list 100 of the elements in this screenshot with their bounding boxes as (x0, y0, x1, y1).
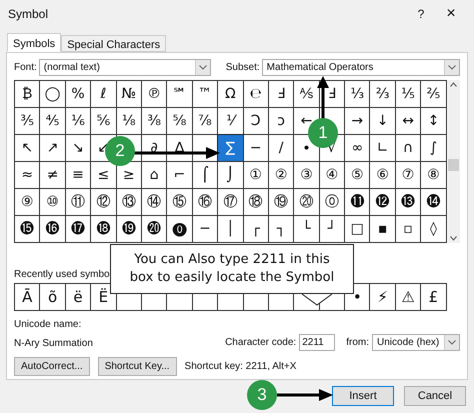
dialog-button[interactable]: Shortcut Key... (98, 357, 177, 376)
symbol-cell[interactable]: % (66, 81, 92, 108)
symbol-cell[interactable]: ⑨ (15, 189, 40, 216)
recent-symbol[interactable]: Ā (15, 284, 40, 311)
symbol-cell[interactable]: ⅜ (142, 108, 168, 135)
recent-symbol[interactable]: õ (40, 284, 66, 311)
symbol-cell[interactable]: ③ (294, 162, 320, 189)
tab[interactable]: Symbols (7, 33, 62, 52)
symbol-cell[interactable]: ⑪ (66, 189, 92, 216)
symbol-cell[interactable]: ⓳ (116, 216, 142, 243)
dialog-button[interactable]: AutoCorrect... (14, 357, 90, 376)
symbol-cell[interactable]: ⅘ (40, 108, 66, 135)
symbol-cell[interactable]: ⅝ (167, 108, 193, 135)
symbol-cell[interactable]: ⅍ (294, 81, 320, 108)
symbol-cell[interactable]: ⑧ (421, 162, 447, 189)
symbol-cell[interactable]: ⑮ (167, 189, 193, 216)
symbol-cell[interactable]: ↄ (268, 108, 294, 135)
symbol-cell[interactable]: Ω (218, 81, 244, 108)
symbol-cell[interactable]: ◊ (421, 216, 447, 243)
dropdown[interactable]: Mathematical Operators (262, 59, 460, 76)
symbol-cell[interactable]: ⅟ (218, 108, 244, 135)
symbol-cell[interactable]: ℮ (244, 81, 269, 108)
symbol-cell[interactable]: ▪ (370, 216, 396, 243)
symbol-cell[interactable]: ┌ (244, 216, 269, 243)
symbol-cell[interactable]: ↖ (15, 135, 40, 162)
symbol-cell[interactable]: ↓ (370, 108, 396, 135)
symbol-cell[interactable]: ① (244, 162, 269, 189)
recent-symbol[interactable]: ë (66, 284, 92, 311)
symbol-cell[interactable]: Ↄ (244, 108, 269, 135)
symbol-cell[interactable]: ⌡ (218, 162, 244, 189)
symbol-cell[interactable]: ℗ (142, 81, 168, 108)
scrollbar[interactable] (448, 80, 460, 243)
symbol-cell[interactable]: ℓ (91, 81, 117, 108)
symbol-cell[interactable]: ⌐ (167, 162, 193, 189)
symbol-cell[interactable]: ∟ (370, 135, 396, 162)
symbol-cell[interactable]: ₿ (15, 81, 40, 108)
symbol-cell[interactable]: ⑬ (116, 189, 142, 216)
symbol-cell[interactable]: ↘ (66, 135, 92, 162)
symbol-cell[interactable]: ⑭ (142, 189, 168, 216)
close-button[interactable]: × (436, 2, 466, 26)
symbol-cell[interactable]: ⓰ (40, 216, 66, 243)
symbol-cell[interactable]: ⓪ (320, 189, 346, 216)
symbol-cell[interactable]: ≡ (66, 162, 92, 189)
symbol-cell[interactable]: ⅞ (192, 108, 218, 135)
symbol-cell[interactable]: ⌂ (142, 162, 168, 189)
symbol-cell[interactable]: ↕ (421, 108, 447, 135)
scroll-down-icon[interactable] (450, 236, 458, 241)
dropdown[interactable]: Unicode (hex) (372, 334, 460, 351)
symbol-cell[interactable]: ⑫ (91, 189, 117, 216)
symbol-cell[interactable]: ∕ (268, 135, 294, 162)
symbol-cell[interactable]: Ⅎ (268, 81, 294, 108)
recent-symbol[interactable]: £ (421, 284, 447, 311)
symbol-cell[interactable]: ◯ (40, 81, 66, 108)
symbol-cell[interactable]: ⅙ (66, 108, 92, 135)
symbol-cell[interactable]: ≠ (40, 162, 66, 189)
help-button[interactable]: ? (406, 4, 436, 22)
symbol-cell[interactable]: ℠ (167, 81, 193, 108)
symbol-cell[interactable]: ⓿ (167, 216, 193, 243)
character-code-field[interactable]: 2211 (299, 334, 336, 351)
scroll-thumb[interactable] (448, 159, 460, 171)
symbol-cell[interactable]: ⅔ (370, 81, 396, 108)
symbol-cell[interactable]: ④ (320, 162, 346, 189)
symbol-cell[interactable]: № (116, 81, 142, 108)
symbol-cell[interactable]: ⑲ (268, 189, 294, 216)
symbol-cell[interactable]: ⅛ (116, 108, 142, 135)
symbol-cell[interactable]: − (244, 135, 269, 162)
symbol-cell[interactable]: └ (294, 216, 320, 243)
symbol-cell[interactable]: ≈ (15, 162, 40, 189)
symbol-cell[interactable]: ② (268, 162, 294, 189)
symbol-cell[interactable]: ∑ (218, 135, 244, 162)
symbol-cell[interactable]: ≤ (91, 162, 117, 189)
symbol-cell[interactable]: → (345, 108, 370, 135)
symbol-cell[interactable]: ┐ (268, 216, 294, 243)
symbol-cell[interactable]: ⓬ (370, 189, 396, 216)
symbol-cell[interactable]: ⓮ (421, 189, 447, 216)
recent-symbol[interactable]: ⚡ (370, 284, 396, 311)
symbol-cell[interactable]: ⑱ (244, 189, 269, 216)
symbol-cell[interactable]: ⑳ (294, 189, 320, 216)
symbol-cell[interactable]: ≥ (116, 162, 142, 189)
symbol-cell[interactable]: ⓭ (396, 189, 422, 216)
recent-symbol[interactable]: ⚠ (396, 284, 422, 311)
symbol-cell[interactable]: ⓯ (15, 216, 40, 243)
symbol-cell[interactable]: ⓱ (66, 216, 92, 243)
symbol-cell[interactable]: ⅚ (91, 108, 117, 135)
symbol-cell[interactable]: ∩ (396, 135, 422, 162)
symbol-cell[interactable]: □ (345, 216, 370, 243)
symbol-cell[interactable]: ™ (192, 81, 218, 108)
scroll-up-icon[interactable] (450, 82, 458, 87)
symbol-cell[interactable]: ∞ (345, 135, 370, 162)
dialog-button[interactable]: Cancel (404, 386, 466, 406)
symbol-cell[interactable]: ⓴ (142, 216, 168, 243)
tab[interactable]: Special Characters (61, 35, 166, 52)
symbol-cell[interactable]: ⑤ (345, 162, 370, 189)
symbol-cell[interactable]: ⅓ (345, 81, 370, 108)
dialog-button[interactable]: Insert (332, 386, 394, 406)
symbol-cell[interactable]: ⑥ (370, 162, 396, 189)
symbol-cell[interactable]: ⑦ (396, 162, 422, 189)
symbol-cell[interactable]: ⑰ (218, 189, 244, 216)
symbol-cell[interactable]: ⑩ (40, 189, 66, 216)
symbol-cell[interactable]: ↔ (396, 108, 422, 135)
